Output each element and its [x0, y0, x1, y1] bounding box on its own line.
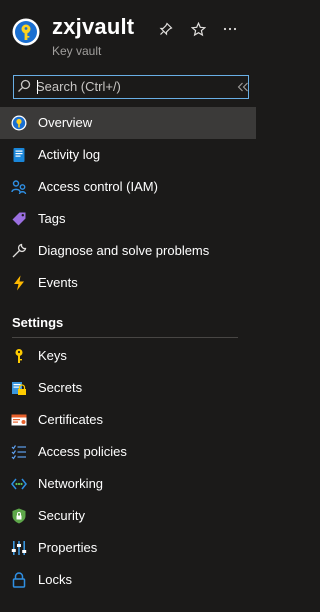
sidebar-item-label: Events: [38, 275, 78, 290]
sidebar-item-properties[interactable]: Properties: [0, 532, 256, 564]
properties-icon: [11, 541, 27, 555]
resource-type-subtitle: Key vault: [52, 44, 102, 58]
sidebar-item-diagnose[interactable]: Diagnose and solve problems: [0, 235, 256, 267]
section-divider: [12, 337, 238, 338]
certificate-icon: [11, 414, 27, 426]
sidebar-item-label: Diagnose and solve problems: [38, 243, 210, 258]
search-box[interactable]: [13, 75, 249, 99]
sidebar-item-activity-log[interactable]: Activity log: [0, 139, 256, 171]
tag-icon: [12, 212, 26, 226]
sidebar-item-label: Tags: [38, 211, 66, 226]
sidebar-item-events[interactable]: Events: [0, 267, 256, 299]
search-icon: [18, 79, 31, 92]
star-icon[interactable]: [189, 20, 207, 38]
iam-icon: [11, 180, 27, 195]
lightning-icon: [14, 275, 24, 291]
sidebar-item-tags[interactable]: Tags: [0, 203, 256, 235]
lock-icon: [12, 572, 26, 588]
sidebar-item-label: Overview: [38, 115, 93, 130]
sidebar-item-label: Access control (IAM): [38, 179, 158, 194]
resource-header: zxjvault Key vault: [0, 0, 267, 70]
double-chevron-left-icon[interactable]: [234, 78, 252, 96]
key-vault-icon: [11, 115, 27, 131]
sidebar-item-access-policies[interactable]: Access policies: [0, 436, 256, 468]
sidebar-item-keys[interactable]: Keys: [0, 340, 256, 372]
sidebar-item-label: Activity log: [38, 147, 101, 162]
sidebar-item-label: Access policies: [38, 444, 127, 459]
sidebar-item-label: Security: [38, 508, 85, 523]
access-policies-icon: [11, 445, 26, 460]
sidebar-item-label: Certificates: [38, 412, 104, 427]
activity-log-icon: [13, 148, 25, 162]
sidebar-item-secrets[interactable]: Secrets: [0, 372, 256, 404]
pin-icon[interactable]: [157, 20, 175, 38]
sidebar-item-label: Locks: [38, 572, 72, 587]
wrench-icon: [12, 243, 27, 258]
sidebar-item-label: Secrets: [38, 380, 83, 395]
sidebar-item-certificates[interactable]: Certificates: [0, 404, 256, 436]
sidebar-item-label: Keys: [38, 348, 67, 363]
sidebar-item-overview[interactable]: Overview: [0, 107, 256, 139]
page-title: zxjvault: [52, 14, 135, 39]
more-icon[interactable]: [221, 20, 239, 38]
sidebar-item-locks[interactable]: Locks: [0, 564, 256, 596]
sidebar-item-security[interactable]: Security: [0, 500, 256, 532]
scrollbar[interactable]: [258, 0, 267, 612]
sidebar-item-label: Properties: [38, 540, 98, 555]
shield-icon: [12, 508, 26, 524]
key-icon: [15, 349, 23, 363]
text-cursor: [37, 80, 38, 94]
sidebar-item-label: Networking: [38, 476, 104, 491]
search-input[interactable]: [36, 77, 240, 96]
networking-icon: [11, 478, 27, 490]
key-vault-logo-icon: [12, 18, 40, 46]
sidebar-item-networking[interactable]: Networking: [0, 468, 256, 500]
sidebar-item-access-control[interactable]: Access control (IAM): [0, 171, 256, 203]
secrets-icon: [12, 382, 26, 395]
settings-section-header: Settings: [12, 315, 64, 330]
